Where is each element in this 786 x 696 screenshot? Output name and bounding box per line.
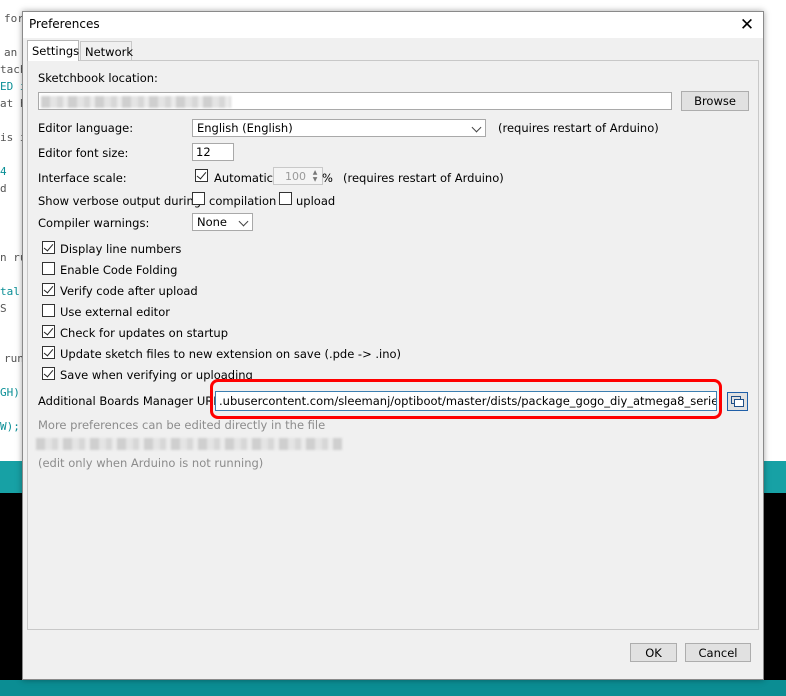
automatic-scale-label: Automatic <box>214 171 273 185</box>
compiler-warnings-label: Compiler warnings: <box>38 216 150 230</box>
browse-button[interactable]: Browse <box>681 91 749 111</box>
external-editor-checkbox[interactable] <box>42 304 55 317</box>
tab-network[interactable]: Network <box>80 41 133 60</box>
interface-scale-note: (requires restart of Arduino) <box>343 171 504 185</box>
verbose-compilation-label: compilation <box>209 194 277 208</box>
editor-font-size-field[interactable]: 12 <box>192 143 234 161</box>
windows-icon <box>734 399 744 407</box>
verify-after-upload-label: Verify code after upload <box>60 284 198 298</box>
chevron-down-icon <box>238 216 249 227</box>
redacted-path <box>41 96 231 108</box>
spinner-down-icon[interactable]: ▼ <box>310 176 320 183</box>
settings-panel: Sketchbook location: Browse Editor langu… <box>27 60 759 630</box>
verbose-upload-checkbox[interactable] <box>279 192 292 205</box>
display-line-numbers-label: Display line numbers <box>60 242 182 256</box>
automatic-scale-checkbox[interactable] <box>195 169 208 182</box>
editor-language-label: Editor language: <box>38 121 134 135</box>
external-editor-label: Use external editor <box>60 305 170 319</box>
code-fragment: for <box>4 12 24 25</box>
code-fragment: 4 <box>0 165 7 178</box>
tab-settings[interactable]: Settings <box>27 40 79 61</box>
interface-scale-unit: % <box>322 171 333 185</box>
spinner-up-icon[interactable]: ▲ <box>310 169 320 176</box>
verbose-upload-label: upload <box>296 194 336 208</box>
display-line-numbers-checkbox[interactable] <box>42 241 55 254</box>
code-fragment: S <box>0 302 7 315</box>
enable-code-folding-label: Enable Code Folding <box>60 263 178 277</box>
dialog-title: Preferences <box>29 17 100 31</box>
chevron-down-icon <box>471 122 482 133</box>
cancel-button[interactable]: Cancel <box>685 643 751 662</box>
verbose-compilation-checkbox[interactable] <box>192 192 205 205</box>
update-extension-checkbox[interactable] <box>42 346 55 359</box>
editor-language-select[interactable]: English (English) <box>192 119 486 137</box>
sketchbook-location-label: Sketchbook location: <box>38 71 158 85</box>
editor-language-value: English (English) <box>197 121 293 135</box>
compiler-warnings-select[interactable]: None <box>192 213 253 231</box>
compiler-warnings-value: None <box>197 215 228 229</box>
code-fragment: run <box>4 352 24 365</box>
editor-font-size-label: Editor font size: <box>38 146 129 160</box>
editor-language-note: (requires restart of Arduino) <box>498 121 659 135</box>
ok-button[interactable]: OK <box>630 643 677 662</box>
close-button[interactable]: ✕ <box>731 12 763 38</box>
edit-only-note: (edit only when Arduino is not running) <box>38 456 264 470</box>
verbose-output-label: Show verbose output during: <box>38 194 205 208</box>
save-when-verifying-checkbox[interactable] <box>42 367 55 380</box>
check-updates-label: Check for updates on startup <box>60 326 229 340</box>
interface-scale-spinner[interactable]: 100 ▲ ▼ <box>273 167 323 185</box>
check-updates-checkbox[interactable] <box>42 325 55 338</box>
interface-scale-label: Interface scale: <box>38 171 127 185</box>
code-fragment: an <box>4 46 18 59</box>
redacted-preferences-path <box>36 438 342 450</box>
sketchbook-location-field[interactable] <box>38 92 672 110</box>
close-icon: ✕ <box>739 15 755 35</box>
update-extension-label: Update sketch files to new extension on … <box>60 347 402 361</box>
verify-after-upload-checkbox[interactable] <box>42 283 55 296</box>
more-preferences-text: More preferences can be edited directly … <box>38 418 326 432</box>
title-bar: Preferences ✕ <box>23 12 763 38</box>
urls-edit-button[interactable] <box>727 392 748 411</box>
red-highlight-annotation <box>210 379 722 419</box>
preferences-dialog: Preferences ✕ Settings Network Sketchboo… <box>22 11 764 680</box>
code-fragment: W); <box>0 420 20 433</box>
editor-bottom-bar <box>0 680 786 696</box>
code-fragment: tal <box>0 285 20 298</box>
code-fragment: d <box>0 182 7 195</box>
boards-manager-urls-label: Additional Boards Manager URLs: <box>38 394 230 408</box>
interface-scale-value: 100 <box>285 170 306 183</box>
enable-code-folding-checkbox[interactable] <box>42 262 55 275</box>
